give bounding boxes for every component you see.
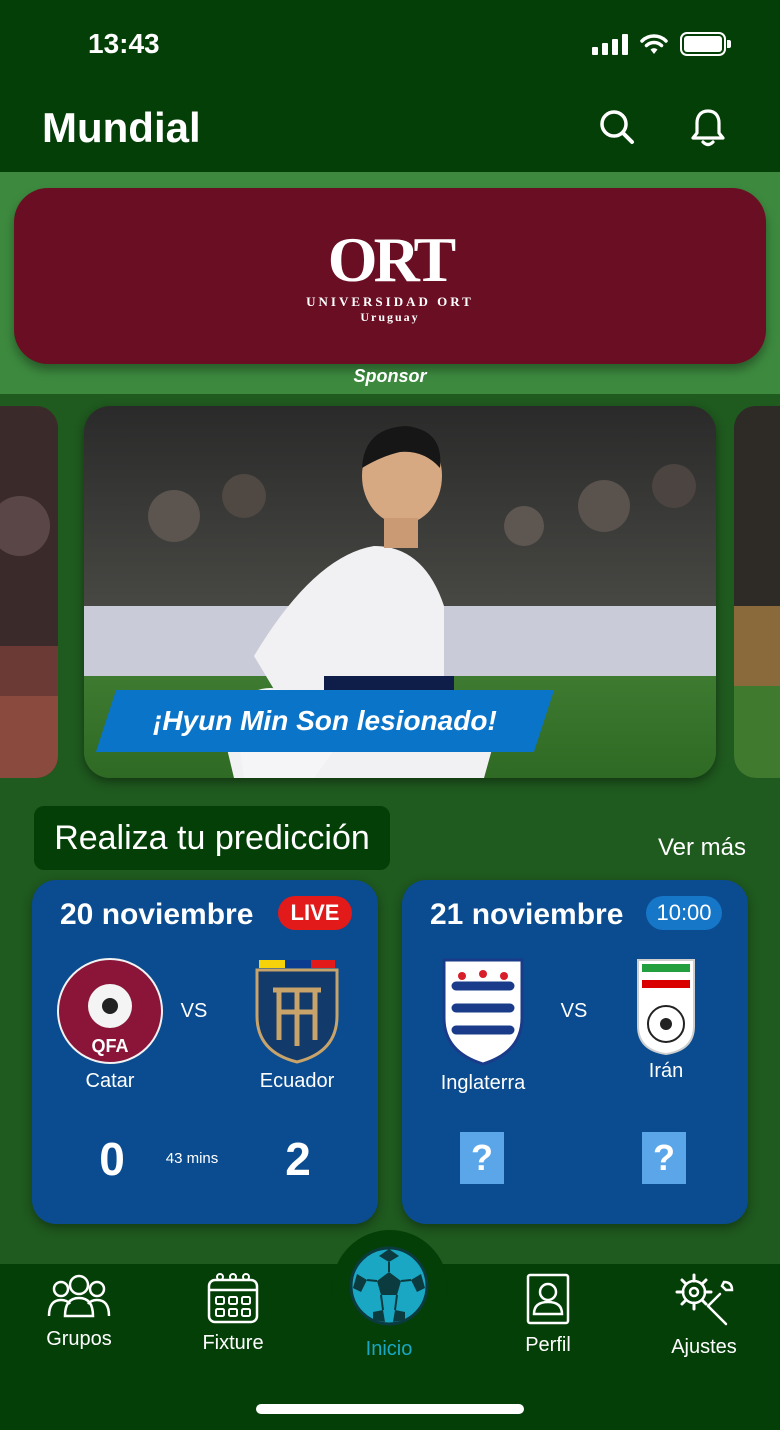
live-badge: LIVE [278,896,352,930]
news-image-previous [0,406,58,778]
elapsed-time: 43 mins [165,1150,219,1167]
status-time: 13:43 [88,28,160,59]
nav-item-perfil[interactable]: Perfil [493,1272,603,1357]
match-card[interactable]: 21 noviembre 10:00 Inglaterra VS Irán ? … [402,880,748,1224]
search-icon [600,110,634,144]
status-icons [592,32,731,56]
search-button[interactable] [592,102,642,152]
vs-label: VS [180,1000,208,1022]
ort-logo: ORT [327,223,456,295]
home-score: 0 [99,1133,125,1185]
match-date: 20 noviembre [60,898,254,931]
team-away: Irán [606,956,726,1083]
england-crest-icon [442,958,524,1066]
news-card-next[interactable] [734,406,780,778]
match-card[interactable]: 20 noviembre LIVE QFA Catar VS Ecuador 0… [32,880,378,1224]
news-caption: ¡Hyun Min Son lesionado! [95,690,555,752]
team-home: QFA Catar [50,956,170,1093]
cellular-signal-icon [592,33,628,55]
qatar-crest-icon: QFA [57,958,163,1064]
nav-item-grupos[interactable]: Grupos [24,1272,134,1351]
calendar-icon [207,1273,259,1324]
away-score: 2 [285,1133,311,1185]
nav-item-inicio[interactable]: Inicio [334,1244,444,1361]
nav-item-ajustes[interactable]: Ajustes [649,1272,759,1359]
page-title: Mundial [42,104,201,151]
predictions-title: Realiza tu predicción [34,806,390,870]
sponsor-logo-line2: Uruguay [360,309,420,324]
news-card-previous[interactable] [0,406,58,778]
see-more-link[interactable]: Ver más [658,834,746,862]
news-image-next [734,406,780,778]
vs-label: VS [560,1000,588,1022]
settings-icon [675,1273,734,1326]
kickoff-time-badge: 10:00 [646,896,722,930]
team-away: Ecuador [237,956,357,1093]
away-prediction-input[interactable]: ? [642,1132,686,1184]
match-date: 21 noviembre [430,898,624,931]
soccer-ball-icon [349,1246,429,1326]
sponsor-logo-line1: UNIVERSIDAD ORT [306,293,474,309]
battery-icon [680,32,731,56]
home-prediction-input[interactable]: ? [460,1132,504,1184]
users-icon [47,1274,111,1318]
notifications-button[interactable] [683,102,733,152]
ecuador-crest-icon [255,960,339,1064]
bell-icon [691,109,725,147]
profile-icon [526,1273,570,1325]
home-indicator[interactable] [256,1404,524,1414]
nav-item-fixture[interactable]: Fixture [178,1272,288,1355]
wifi-icon [640,34,668,54]
svg-text:QFA: QFA [91,1036,128,1056]
team-home: Inglaterra [423,956,543,1095]
iran-crest-icon [637,959,695,1056]
sponsor-banner[interactable]: ORT UNIVERSIDAD ORT Uruguay [14,188,766,364]
sponsor-label: Sponsor [353,366,427,386]
